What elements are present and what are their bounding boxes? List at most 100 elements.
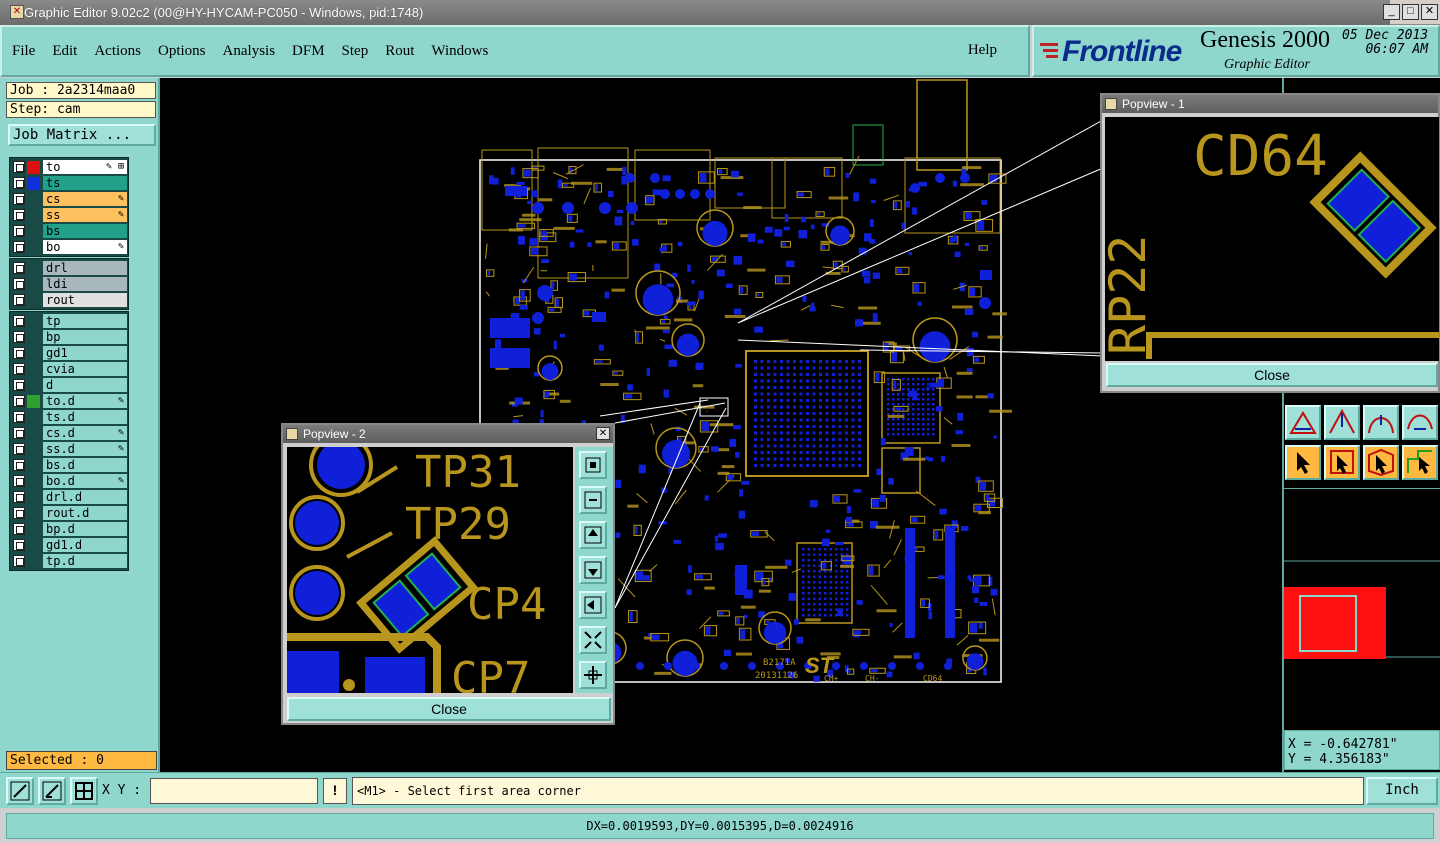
- xy-input[interactable]: [150, 778, 318, 804]
- layer-name[interactable]: rout.d: [43, 506, 127, 520]
- layer-row-bs-d[interactable]: bs.d: [11, 457, 127, 473]
- layer-color-swatch[interactable]: [27, 539, 40, 552]
- menu-dfm[interactable]: DFM: [292, 43, 325, 60]
- layer-checkbox[interactable]: [13, 161, 25, 173]
- layer-row-drl-d[interactable]: drl.d: [11, 489, 127, 505]
- layer-color-swatch[interactable]: [27, 363, 40, 376]
- layer-checkbox[interactable]: [13, 209, 25, 221]
- layer-color-swatch[interactable]: [27, 379, 40, 392]
- layer-name[interactable]: drl.d: [43, 490, 127, 504]
- pan-up-icon[interactable]: [579, 521, 607, 549]
- snap-tool-4[interactable]: [1402, 405, 1438, 440]
- layer-color-swatch[interactable]: [27, 209, 40, 222]
- layer-row-cvia[interactable]: cvia: [11, 361, 127, 377]
- pan-left-icon[interactable]: [579, 591, 607, 619]
- layer-checkbox[interactable]: [13, 294, 25, 306]
- layer-color-swatch[interactable]: [27, 443, 40, 456]
- grid-icon[interactable]: [70, 777, 98, 805]
- units-button[interactable]: Inch: [1366, 777, 1438, 805]
- layer-name[interactable]: rout: [43, 293, 127, 307]
- layer-checkbox[interactable]: [13, 411, 25, 423]
- layer-name[interactable]: gd1: [43, 346, 127, 360]
- zoom-center-icon[interactable]: [579, 661, 607, 689]
- layer-name[interactable]: bs.d: [43, 458, 127, 472]
- layer-color-swatch[interactable]: [27, 315, 40, 328]
- layer-color-swatch[interactable]: [27, 193, 40, 206]
- layer-name[interactable]: to.d ✎: [43, 394, 127, 408]
- layer-name[interactable]: drl: [43, 261, 127, 275]
- popview-2-close-button[interactable]: Close: [287, 697, 611, 721]
- layer-checkbox[interactable]: [13, 523, 25, 535]
- select-polygon-tool[interactable]: [1363, 445, 1399, 480]
- zoom-area-icon[interactable]: [6, 777, 34, 805]
- layer-row-bp-d[interactable]: bp.d: [11, 521, 127, 537]
- layer-name[interactable]: cs.d ✎: [43, 426, 127, 440]
- layer-name[interactable]: tp.d: [43, 554, 127, 568]
- layer-color-swatch[interactable]: [27, 523, 40, 536]
- layer-checkbox[interactable]: [13, 459, 25, 471]
- pan-down-icon[interactable]: [579, 556, 607, 584]
- overview-map[interactable]: [1284, 488, 1440, 728]
- layer-row-ss-d[interactable]: ss.d ✎: [11, 441, 127, 457]
- layer-row-to-d[interactable]: to.d ✎: [11, 393, 127, 409]
- menu-analysis[interactable]: Analysis: [223, 43, 276, 60]
- layer-color-swatch[interactable]: [27, 459, 40, 472]
- layer-checkbox[interactable]: [13, 379, 25, 391]
- select-net-tool[interactable]: [1402, 445, 1438, 480]
- layer-row-bo[interactable]: bo ✎: [11, 239, 127, 255]
- layer-name[interactable]: ss.d ✎: [43, 442, 127, 456]
- layer-row-bp[interactable]: bp: [11, 329, 127, 345]
- layer-row-ss[interactable]: ss ✎: [11, 207, 127, 223]
- layer-checkbox[interactable]: [13, 225, 25, 237]
- layer-color-swatch[interactable]: [27, 331, 40, 344]
- zoom-fit-icon[interactable]: [579, 626, 607, 654]
- menu-step[interactable]: Step: [342, 43, 369, 60]
- layer-row-ts[interactable]: ts: [11, 175, 127, 191]
- menu-rout[interactable]: Rout: [385, 43, 414, 60]
- layer-checkbox[interactable]: [13, 443, 25, 455]
- popview-1-close-button[interactable]: Close: [1106, 363, 1438, 387]
- layer-color-swatch[interactable]: [27, 427, 40, 440]
- layer-color-swatch[interactable]: [27, 475, 40, 488]
- pointer-tool[interactable]: [1285, 445, 1321, 480]
- close-window-button[interactable]: ✕: [1421, 4, 1438, 20]
- layer-checkbox[interactable]: [13, 315, 25, 327]
- menu-help[interactable]: Help: [968, 42, 997, 59]
- select-area-tool[interactable]: [1324, 445, 1360, 480]
- layer-name[interactable]: cs ✎: [43, 192, 127, 206]
- layer-checkbox[interactable]: [13, 278, 25, 290]
- measure-icon[interactable]: [38, 777, 66, 805]
- layer-name[interactable]: bo ✎: [43, 240, 127, 254]
- layer-row-tp-d[interactable]: tp.d: [11, 553, 127, 569]
- menu-file[interactable]: File: [12, 43, 35, 60]
- layer-color-swatch[interactable]: [27, 394, 40, 408]
- popview-1-viewport[interactable]: CD64 RP22: [1105, 117, 1439, 361]
- layer-color-swatch[interactable]: [27, 555, 40, 568]
- layer-name[interactable]: ldi: [43, 277, 127, 291]
- layer-row-gd1-d[interactable]: gd1.d: [11, 537, 127, 553]
- layer-checkbox[interactable]: [13, 555, 25, 567]
- layer-row-bo-d[interactable]: bo.d ✎: [11, 473, 127, 489]
- layer-checkbox[interactable]: [13, 507, 25, 519]
- layer-color-swatch[interactable]: [27, 176, 40, 190]
- maximize-button[interactable]: □: [1402, 4, 1419, 20]
- menu-edit[interactable]: Edit: [52, 43, 77, 60]
- layer-name[interactable]: d: [43, 378, 127, 392]
- layer-name[interactable]: bs: [43, 224, 127, 238]
- minimize-button[interactable]: _: [1383, 4, 1400, 20]
- layer-row-tp[interactable]: tp: [11, 313, 127, 329]
- layer-name[interactable]: ss ✎: [43, 208, 127, 222]
- layer-checkbox[interactable]: [13, 427, 25, 439]
- snap-tool-1[interactable]: [1285, 405, 1321, 440]
- layer-checkbox[interactable]: [13, 539, 25, 551]
- layer-row-ldi[interactable]: ldi: [11, 276, 127, 292]
- layer-checkbox[interactable]: [13, 395, 25, 407]
- layer-color-swatch[interactable]: [27, 241, 40, 254]
- layer-name[interactable]: bo.d ✎: [43, 474, 127, 488]
- layer-row-d[interactable]: d: [11, 377, 127, 393]
- snap-tool-2[interactable]: [1324, 405, 1360, 440]
- layer-name[interactable]: gd1.d: [43, 538, 127, 552]
- layer-name[interactable]: bp.d: [43, 522, 127, 536]
- layer-checkbox[interactable]: [13, 475, 25, 487]
- layer-name[interactable]: ts.d: [43, 410, 127, 424]
